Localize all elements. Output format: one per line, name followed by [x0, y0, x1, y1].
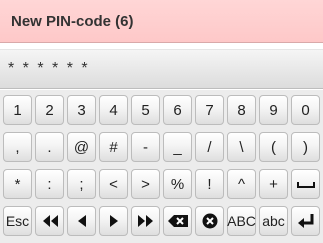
- key-6[interactable]: 6: [163, 95, 192, 125]
- key-5[interactable]: 5: [131, 95, 160, 125]
- key-enter[interactable]: [291, 206, 320, 236]
- key-0[interactable]: 0: [291, 95, 320, 125]
- key-esc-label: Esc: [5, 213, 30, 229]
- key-1[interactable]: 1: [3, 95, 32, 125]
- key-9[interactable]: 9: [259, 95, 288, 125]
- backspace-icon: [167, 214, 189, 228]
- right-arrow-icon: [109, 214, 119, 228]
- key-7[interactable]: 7: [195, 95, 224, 125]
- key-esc[interactable]: Esc: [3, 206, 32, 236]
- double-right-arrow-icon: [137, 214, 155, 228]
- key-underscore[interactable]: _: [163, 132, 192, 162]
- key-greater-than[interactable]: >: [131, 169, 160, 199]
- key-lowercase-mode[interactable]: abc: [259, 206, 288, 236]
- key-backspace[interactable]: [163, 206, 192, 236]
- key-7-label: 7: [205, 101, 214, 119]
- key-asterisk[interactable]: *: [3, 169, 32, 199]
- key-uppercase-mode-label: ABC: [227, 213, 256, 229]
- space-icon: [296, 179, 315, 189]
- key-4[interactable]: 4: [99, 95, 128, 125]
- key-2[interactable]: 2: [35, 95, 64, 125]
- key-left[interactable]: [67, 206, 96, 236]
- title-bar: New PIN-code (6): [0, 0, 323, 43]
- key-close-paren-label: ): [303, 138, 308, 156]
- key-exclamation-label: !: [207, 175, 212, 193]
- key-lowercase-mode-label: abc: [262, 213, 285, 229]
- key-home[interactable]: [35, 206, 64, 236]
- key-6-label: 6: [173, 101, 182, 119]
- key-colon[interactable]: :: [35, 169, 64, 199]
- key-2-label: 2: [45, 101, 54, 119]
- key-backslash[interactable]: \: [227, 132, 256, 162]
- key-comma-label: ,: [15, 138, 20, 156]
- key-semicolon[interactable]: ;: [67, 169, 96, 199]
- key-hash[interactable]: #: [99, 132, 128, 162]
- key-slash[interactable]: /: [195, 132, 224, 162]
- key-hash-label: #: [109, 138, 118, 156]
- key-less-than[interactable]: <: [99, 169, 128, 199]
- on-screen-keyboard: 1 2 3 4 5 6 7 8 9 0,. @ # - _ / \ () *:; < >%! ^ + Esc ABC abc: [0, 90, 323, 243]
- key-at[interactable]: @: [67, 132, 96, 162]
- key-comma[interactable]: ,: [3, 132, 32, 162]
- key-0-label: 0: [301, 101, 310, 119]
- key-end[interactable]: [131, 206, 160, 236]
- key-backslash-label: \: [239, 138, 244, 156]
- key-hyphen-label: -: [143, 138, 148, 156]
- key-close-paren[interactable]: ): [291, 132, 320, 162]
- key-clear[interactable]: [195, 206, 224, 236]
- clear-circle-icon: [202, 213, 218, 229]
- key-open-paren[interactable]: (: [259, 132, 288, 162]
- key-3-label: 3: [77, 101, 86, 119]
- key-right[interactable]: [99, 206, 128, 236]
- page-title: New PIN-code (6): [11, 13, 134, 30]
- key-semicolon-label: ;: [79, 175, 84, 193]
- pin-input-field[interactable]: * * * * * *: [0, 49, 323, 89]
- key-asterisk-label: *: [14, 175, 21, 193]
- key-8[interactable]: 8: [227, 95, 256, 125]
- key-percent-label: %: [170, 175, 185, 193]
- key-plus-label: +: [269, 175, 278, 193]
- key-percent[interactable]: %: [163, 169, 192, 199]
- key-exclamation[interactable]: !: [195, 169, 224, 199]
- key-period[interactable]: .: [35, 132, 64, 162]
- key-8-label: 8: [237, 101, 246, 119]
- key-less-than-label: <: [109, 175, 118, 193]
- key-greater-than-label: >: [141, 175, 150, 193]
- pin-masked-value: * * * * * *: [8, 60, 90, 77]
- key-underscore-label: _: [173, 138, 182, 156]
- key-caret[interactable]: ^: [227, 169, 256, 199]
- enter-icon: [296, 213, 316, 229]
- key-caret-label: ^: [237, 175, 246, 193]
- key-5-label: 5: [141, 101, 150, 119]
- key-4-label: 4: [109, 101, 118, 119]
- key-1-label: 1: [13, 101, 22, 119]
- key-at-label: @: [73, 138, 90, 156]
- key-open-paren-label: (: [271, 138, 276, 156]
- key-colon-label: :: [47, 175, 52, 193]
- key-plus[interactable]: +: [259, 169, 288, 199]
- key-3[interactable]: 3: [67, 95, 96, 125]
- key-slash-label: /: [207, 138, 212, 156]
- double-left-arrow-icon: [41, 214, 59, 228]
- key-uppercase-mode[interactable]: ABC: [227, 206, 256, 236]
- key-period-label: .: [47, 138, 52, 156]
- key-hyphen[interactable]: -: [131, 132, 160, 162]
- key-9-label: 9: [269, 101, 278, 119]
- key-space[interactable]: [291, 169, 320, 199]
- left-arrow-icon: [77, 214, 87, 228]
